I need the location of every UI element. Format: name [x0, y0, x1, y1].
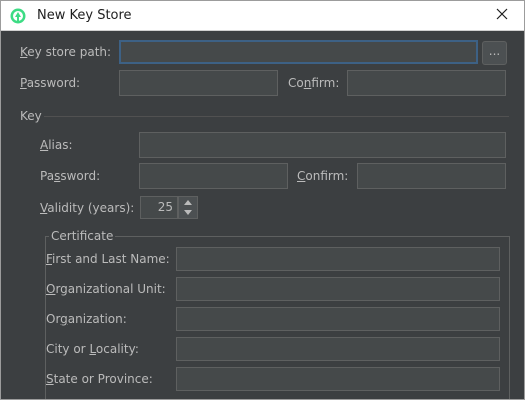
validity-spinner[interactable]: 25	[140, 196, 198, 219]
first-last-name-label: First and Last Name:	[46, 252, 170, 266]
keystore-password-label: Password:	[20, 76, 81, 90]
decrement-arrow-icon[interactable]	[184, 210, 192, 215]
validity-value[interactable]: 25	[140, 196, 178, 219]
keystore-confirm-field[interactable]	[347, 70, 506, 96]
certificate-section-label: Certificate	[49, 229, 116, 244]
city-locality-label: City or Locality:	[46, 342, 139, 356]
keystore-confirm-label: Confirm:	[288, 76, 340, 90]
spinner-arrows[interactable]	[178, 196, 198, 219]
browse-button[interactable]: ...	[482, 41, 507, 65]
city-locality-field[interactable]	[176, 337, 500, 361]
key-section-separator	[44, 116, 509, 117]
android-studio-icon	[10, 8, 26, 24]
key-store-path-label: Key store path:	[20, 45, 112, 59]
close-icon	[496, 8, 508, 23]
close-button[interactable]	[480, 1, 524, 30]
key-section-label: Key	[20, 109, 42, 123]
key-password-field[interactable]	[139, 163, 288, 189]
state-province-label: State or Province:	[46, 372, 153, 386]
organizational-unit-label: Organizational Unit:	[46, 282, 166, 296]
key-confirm-field[interactable]	[357, 163, 506, 189]
increment-arrow-icon[interactable]	[184, 200, 192, 205]
organization-label: Organization:	[46, 312, 127, 326]
title-bar: New Key Store	[1, 1, 524, 31]
key-store-path-input[interactable]	[119, 40, 478, 64]
alias-label: Alias:	[40, 138, 73, 152]
validity-label: Validity (years):	[40, 201, 135, 215]
state-province-field[interactable]	[176, 367, 500, 391]
dialog-content: Key store path: ... Password: Confirm: K…	[8, 32, 517, 399]
key-password-label: Password:	[40, 169, 101, 183]
first-last-name-field[interactable]	[176, 247, 500, 271]
organization-field[interactable]	[176, 307, 500, 331]
dialog-title: New Key Store	[37, 8, 132, 23]
organizational-unit-field[interactable]	[176, 277, 500, 301]
keystore-password-field[interactable]	[119, 70, 278, 96]
key-confirm-label: Confirm:	[297, 169, 349, 183]
new-key-store-dialog: New Key Store Key store path: ... Passwo…	[0, 0, 525, 400]
alias-field[interactable]	[139, 132, 506, 158]
